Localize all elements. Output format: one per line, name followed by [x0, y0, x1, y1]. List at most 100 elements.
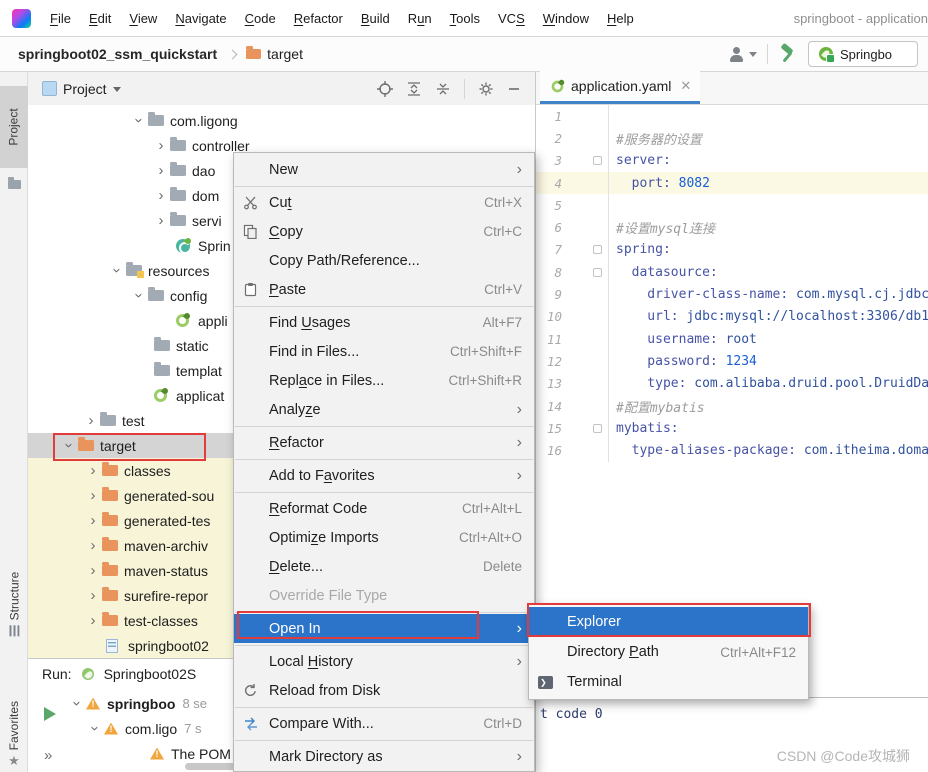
chevron-expanded-icon[interactable]: ›: [109, 262, 126, 280]
run-label: Run:: [42, 666, 72, 682]
fold-marker-icon[interactable]: [593, 156, 602, 166]
chevron-collapsed-icon[interactable]: ›: [152, 213, 170, 228]
chevron-collapsed-icon[interactable]: ›: [82, 413, 100, 428]
chevron-collapsed-icon[interactable]: ›: [152, 188, 170, 203]
menu-item-optimize-imports[interactable]: Optimize Imports Ctrl+Alt+O: [234, 523, 534, 552]
chevron-collapsed-icon[interactable]: ›: [152, 163, 170, 178]
menu-item-add-to-favorites[interactable]: Add to Favorites ›: [234, 461, 534, 490]
menu-run[interactable]: Run: [399, 0, 441, 36]
code-line[interactable]: 7 spring:: [536, 238, 928, 262]
menu-item-copy[interactable]: Copy Ctrl+C: [234, 217, 534, 246]
code-line[interactable]: 12 password: 1234: [536, 350, 928, 373]
collapse-all-icon[interactable]: [435, 81, 451, 97]
fold-marker-icon[interactable]: [593, 245, 602, 255]
code-line[interactable]: 2 #服务器的设置: [536, 127, 928, 150]
menu-refactor[interactable]: Refactor: [285, 0, 352, 36]
menu-window[interactable]: Window: [534, 0, 598, 36]
menu-edit[interactable]: Edit: [80, 0, 120, 36]
menu-help[interactable]: Help: [598, 0, 643, 36]
chevron-expanded-icon[interactable]: ›: [69, 695, 86, 713]
menu-item-replace-in-files[interactable]: Replace in Files... Ctrl+Shift+R: [234, 366, 534, 395]
menu-item-analyze[interactable]: Analyze ›: [234, 395, 534, 424]
menu-item-find-in-files[interactable]: Find in Files... Ctrl+Shift+F: [234, 337, 534, 366]
tab-application-yaml[interactable]: application.yaml ✕: [540, 71, 701, 104]
code-line[interactable]: 3 server:: [536, 149, 928, 172]
build-hammer-icon[interactable]: [778, 44, 798, 64]
chevron-collapsed-icon[interactable]: ›: [84, 488, 102, 503]
project-panel-title[interactable]: Project: [63, 81, 107, 97]
menu-item-compare-with[interactable]: Compare With... Ctrl+D: [234, 709, 534, 738]
menu-file[interactable]: File: [41, 0, 80, 36]
expand-all-icon[interactable]: [406, 81, 422, 97]
menu-item-copy-path-reference[interactable]: Copy Path/Reference...: [234, 246, 534, 275]
menu-item-refactor[interactable]: Refactor ›: [234, 428, 534, 457]
chevron-expanded-icon[interactable]: ›: [131, 287, 148, 305]
project-tool-window-icon: [42, 81, 57, 96]
menu-item-paste[interactable]: Paste Ctrl+V: [234, 275, 534, 304]
code-line[interactable]: 9 driver-class-name: com.mysql.cj.jdbc: [536, 283, 928, 306]
code-line[interactable]: 8 datasource:: [536, 261, 928, 284]
code-line[interactable]: 15 mybatis:: [536, 417, 928, 440]
menu-item-reload-from-disk[interactable]: Reload from Disk: [234, 676, 534, 705]
tree-item-com-ligong[interactable]: › com.ligong: [28, 108, 535, 133]
menu-navigate[interactable]: Navigate: [166, 0, 235, 36]
locate-file-icon[interactable]: [377, 80, 393, 97]
menu-vcs[interactable]: VCS: [489, 0, 534, 36]
tree-item-label: generated-sou: [124, 487, 215, 504]
code-line[interactable]: 11 username: root: [536, 327, 928, 351]
code-line[interactable]: 14 #配置mybatis: [536, 394, 928, 418]
code-line[interactable]: 4 port: 8082: [536, 171, 928, 195]
menu-item-delete[interactable]: Delete... Delete: [234, 552, 534, 581]
code-line[interactable]: 13 type: com.alibaba.druid.pool.DruidDa: [536, 372, 928, 395]
menu-tools[interactable]: Tools: [441, 0, 489, 36]
menu-item-terminal[interactable]: Terminal: [529, 667, 808, 697]
hide-panel-icon[interactable]: [507, 82, 521, 96]
chevron-collapsed-icon[interactable]: ›: [84, 463, 102, 478]
menu-view[interactable]: View: [120, 0, 166, 36]
code-editor[interactable]: 1 2 #服务器的设置 3 server: 4 port: 8082 5 6 #设置mysql连…: [536, 105, 928, 462]
user-menu-button[interactable]: [729, 46, 757, 62]
fold-marker-icon[interactable]: [593, 267, 602, 277]
menu-item-cut[interactable]: Cut Ctrl+X: [234, 188, 534, 217]
menu-item-reformat-code[interactable]: Reformat Code Ctrl+Alt+L: [234, 494, 534, 523]
tool-window-button-structure[interactable]: Structure: [0, 550, 28, 658]
chevron-collapsed-icon[interactable]: ›: [84, 563, 102, 578]
breadcrumb-target[interactable]: target: [246, 46, 303, 62]
menu-item-explorer[interactable]: Explorer: [529, 607, 808, 637]
chevron-expanded-icon[interactable]: ›: [87, 720, 104, 738]
chevron-collapsed-icon[interactable]: ›: [152, 138, 170, 153]
code-line[interactable]: 16 type-aliases-package: com.itheima.dom…: [536, 439, 928, 462]
tool-window-folder-icon[interactable]: [0, 172, 28, 196]
tool-window-button-project[interactable]: Project: [0, 86, 28, 168]
chevron-collapsed-icon[interactable]: ›: [84, 538, 102, 553]
folder-icon: [246, 46, 262, 59]
chevron-down-icon[interactable]: [112, 87, 121, 92]
run-configuration-selector[interactable]: Springbo: [808, 41, 918, 67]
fold-marker-icon[interactable]: [593, 423, 602, 433]
breadcrumb-project[interactable]: springboot02_ssm_quickstart: [18, 46, 217, 62]
tool-window-button-favorites[interactable]: ★ Favorites: [0, 680, 28, 772]
menu-item-find-usages[interactable]: Find Usages Alt+F7: [234, 308, 534, 337]
menu-build[interactable]: Build: [352, 0, 399, 36]
menu-item-directory-path[interactable]: Directory Path Ctrl+Alt+F12: [529, 637, 808, 667]
chevron-expanded-icon[interactable]: ›: [61, 437, 78, 455]
menu-item-mark-directory-as[interactable]: Mark Directory as ›: [234, 742, 534, 771]
menu-item-new[interactable]: New ›: [234, 155, 534, 184]
chevron-collapsed-icon[interactable]: ›: [84, 588, 102, 603]
shortcut-label: Ctrl+V: [484, 282, 522, 297]
menu-code[interactable]: Code: [236, 0, 285, 36]
chevron-collapsed-icon[interactable]: ›: [84, 613, 102, 628]
chevron-expanded-icon[interactable]: ›: [131, 112, 148, 130]
menu-item-label: Override File Type: [269, 587, 388, 604]
folder-gray-icon: [170, 187, 186, 201]
yaml-file-icon: [154, 389, 167, 402]
gear-icon[interactable]: [478, 81, 494, 97]
code-line[interactable]: 1: [536, 105, 928, 128]
code-line[interactable]: 6 #设置mysql连接: [536, 216, 928, 239]
code-line[interactable]: 10 url: jdbc:mysql://localhost:3306/db1: [536, 305, 928, 328]
menu-item-local-history[interactable]: Local History ›: [234, 647, 534, 676]
menu-item-open-in[interactable]: Open In ›: [234, 614, 534, 643]
code-line[interactable]: 5: [536, 194, 928, 217]
chevron-collapsed-icon[interactable]: ›: [84, 513, 102, 528]
close-icon[interactable]: ✕: [678, 78, 691, 94]
